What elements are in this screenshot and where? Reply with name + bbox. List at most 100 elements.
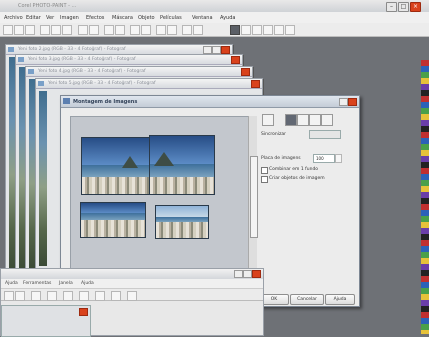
hand-icon[interactable]	[141, 25, 151, 35]
text-icon[interactable]	[285, 25, 295, 35]
print-icon[interactable]	[47, 291, 57, 301]
document-icon	[38, 81, 44, 86]
second-window-toolbar	[1, 289, 263, 301]
minimize-button[interactable]: –	[386, 2, 397, 12]
rotate-tool-icon[interactable]	[309, 114, 321, 126]
panorama-left[interactable]	[81, 137, 153, 195]
menu-item[interactable]: Ajuda	[5, 281, 18, 286]
color-palette[interactable]	[421, 60, 429, 334]
menu-item[interactable]: Ajuda	[81, 281, 94, 286]
eraser-icon[interactable]	[252, 25, 262, 35]
sub-document-window[interactable]	[1, 305, 91, 337]
menu-item[interactable]: Ventana	[192, 15, 213, 21]
objects-checkbox[interactable]	[261, 176, 268, 183]
document-title: Yeni foto 4.jpg (RGB - 33 - 4 Fotoğraf) …	[38, 69, 146, 74]
help-button[interactable]: Ajuda	[325, 294, 355, 305]
combine-checkbox[interactable]	[261, 167, 268, 174]
close-icon[interactable]	[348, 98, 357, 106]
move-tool-icon[interactable]	[285, 114, 297, 126]
select-tool-icon[interactable]	[262, 114, 274, 126]
thumbnail-right[interactable]	[155, 205, 209, 239]
clone-icon[interactable]	[263, 25, 273, 35]
undo-icon[interactable]	[63, 291, 73, 301]
object-icon[interactable]	[167, 25, 177, 35]
menu-item[interactable]: Películas	[160, 15, 182, 21]
zoom-icon[interactable]	[130, 25, 140, 35]
cut-icon[interactable]	[40, 25, 50, 35]
close-icon[interactable]	[79, 308, 88, 316]
export-icon[interactable]	[115, 25, 125, 35]
save-icon[interactable]	[31, 291, 41, 301]
close-button[interactable]: ×	[410, 2, 421, 12]
menu-item[interactable]: Efectos	[86, 15, 104, 21]
open-icon[interactable]	[14, 25, 24, 35]
mask-icon[interactable]	[156, 25, 166, 35]
thumbnail-left[interactable]	[80, 202, 146, 238]
montage-preview[interactable]	[70, 116, 254, 293]
sync-label: Sincronizar	[261, 132, 287, 137]
menu-item[interactable]: Archivo	[4, 15, 23, 21]
document-icon	[18, 57, 24, 62]
preview-scrollbar[interactable]	[248, 116, 258, 291]
document-icon	[28, 69, 34, 74]
menu-item[interactable]: Janela	[59, 281, 73, 286]
sync-select[interactable]	[309, 130, 341, 139]
close-icon[interactable]	[252, 270, 261, 278]
undo-icon[interactable]	[78, 25, 88, 35]
save-icon[interactable]	[25, 25, 35, 35]
open-icon[interactable]	[15, 291, 25, 301]
text-icon[interactable]	[127, 291, 137, 301]
document-title: Yeni foto 3.jpg (RGB - 33 - 4 Fotoğraf) …	[28, 57, 136, 62]
menu-item[interactable]: Editar	[26, 15, 41, 21]
minimize-icon[interactable]	[203, 46, 212, 54]
fill-icon[interactable]	[193, 25, 203, 35]
app-title: Corel PHOTO-PAINT - ...	[18, 3, 77, 9]
effect-icon[interactable]	[274, 25, 284, 35]
document-title: Yeni foto 2.jpg (RGB - 33 - 4 Fotoğraf) …	[18, 47, 126, 52]
dialog-icon	[63, 98, 70, 104]
paste-icon[interactable]	[62, 25, 72, 35]
close-icon[interactable]	[231, 56, 240, 64]
cancel-button[interactable]: Cancelar	[290, 294, 324, 305]
import-icon[interactable]	[104, 25, 114, 35]
redo-icon[interactable]	[89, 25, 99, 35]
document-title: Yeni foto 5.jpg (RGB - 33 - 4 Fotoğraf) …	[48, 81, 156, 86]
menu-item[interactable]: Máscara	[112, 15, 133, 21]
fill-icon[interactable]	[111, 291, 121, 301]
menu-item[interactable]: Ferramentas	[23, 281, 51, 286]
new-icon[interactable]	[4, 291, 14, 301]
menu-item[interactable]: Ver	[46, 15, 54, 21]
copy-icon[interactable]	[51, 25, 61, 35]
document-icon	[8, 47, 14, 52]
maximize-icon[interactable]	[212, 46, 221, 54]
panorama-right[interactable]	[149, 135, 215, 195]
minimize-icon[interactable]	[234, 270, 243, 278]
second-app-window[interactable]: Ajuda Ferramentas Janela Ajuda	[0, 268, 264, 337]
zoom-tool-icon[interactable]	[297, 114, 309, 126]
menu-item[interactable]: Imagen	[60, 15, 79, 21]
arrange-tool-icon[interactable]	[321, 114, 333, 126]
combine-label: Combinar em 1 fundo	[269, 167, 319, 172]
pen-icon[interactable]	[241, 25, 251, 35]
photo-edge	[39, 91, 47, 266]
brush-icon[interactable]	[95, 291, 105, 301]
mode-icon[interactable]	[230, 25, 240, 35]
size-label: Placa de imagens	[261, 156, 301, 161]
menu-item[interactable]: Objeto	[138, 15, 155, 21]
help-icon[interactable]	[339, 98, 348, 106]
close-icon[interactable]	[221, 46, 230, 54]
close-icon[interactable]	[241, 68, 250, 76]
size-input[interactable]: 100	[313, 154, 335, 163]
close-icon[interactable]	[251, 80, 260, 88]
maximize-icon[interactable]	[243, 270, 252, 278]
maximize-button[interactable]: □	[398, 2, 409, 12]
new-icon[interactable]	[3, 25, 13, 35]
objects-label: Criar objetos de imagem	[269, 176, 325, 181]
dialog-title: Montagem de Imagens	[73, 99, 138, 105]
size-spinner[interactable]	[335, 154, 342, 163]
menu-item[interactable]: Ayuda	[220, 15, 235, 21]
brush-icon[interactable]	[182, 25, 192, 35]
zoom-icon[interactable]	[79, 291, 89, 301]
size-value: 100	[316, 156, 324, 161]
scrollbar-thumb[interactable]	[250, 156, 258, 238]
